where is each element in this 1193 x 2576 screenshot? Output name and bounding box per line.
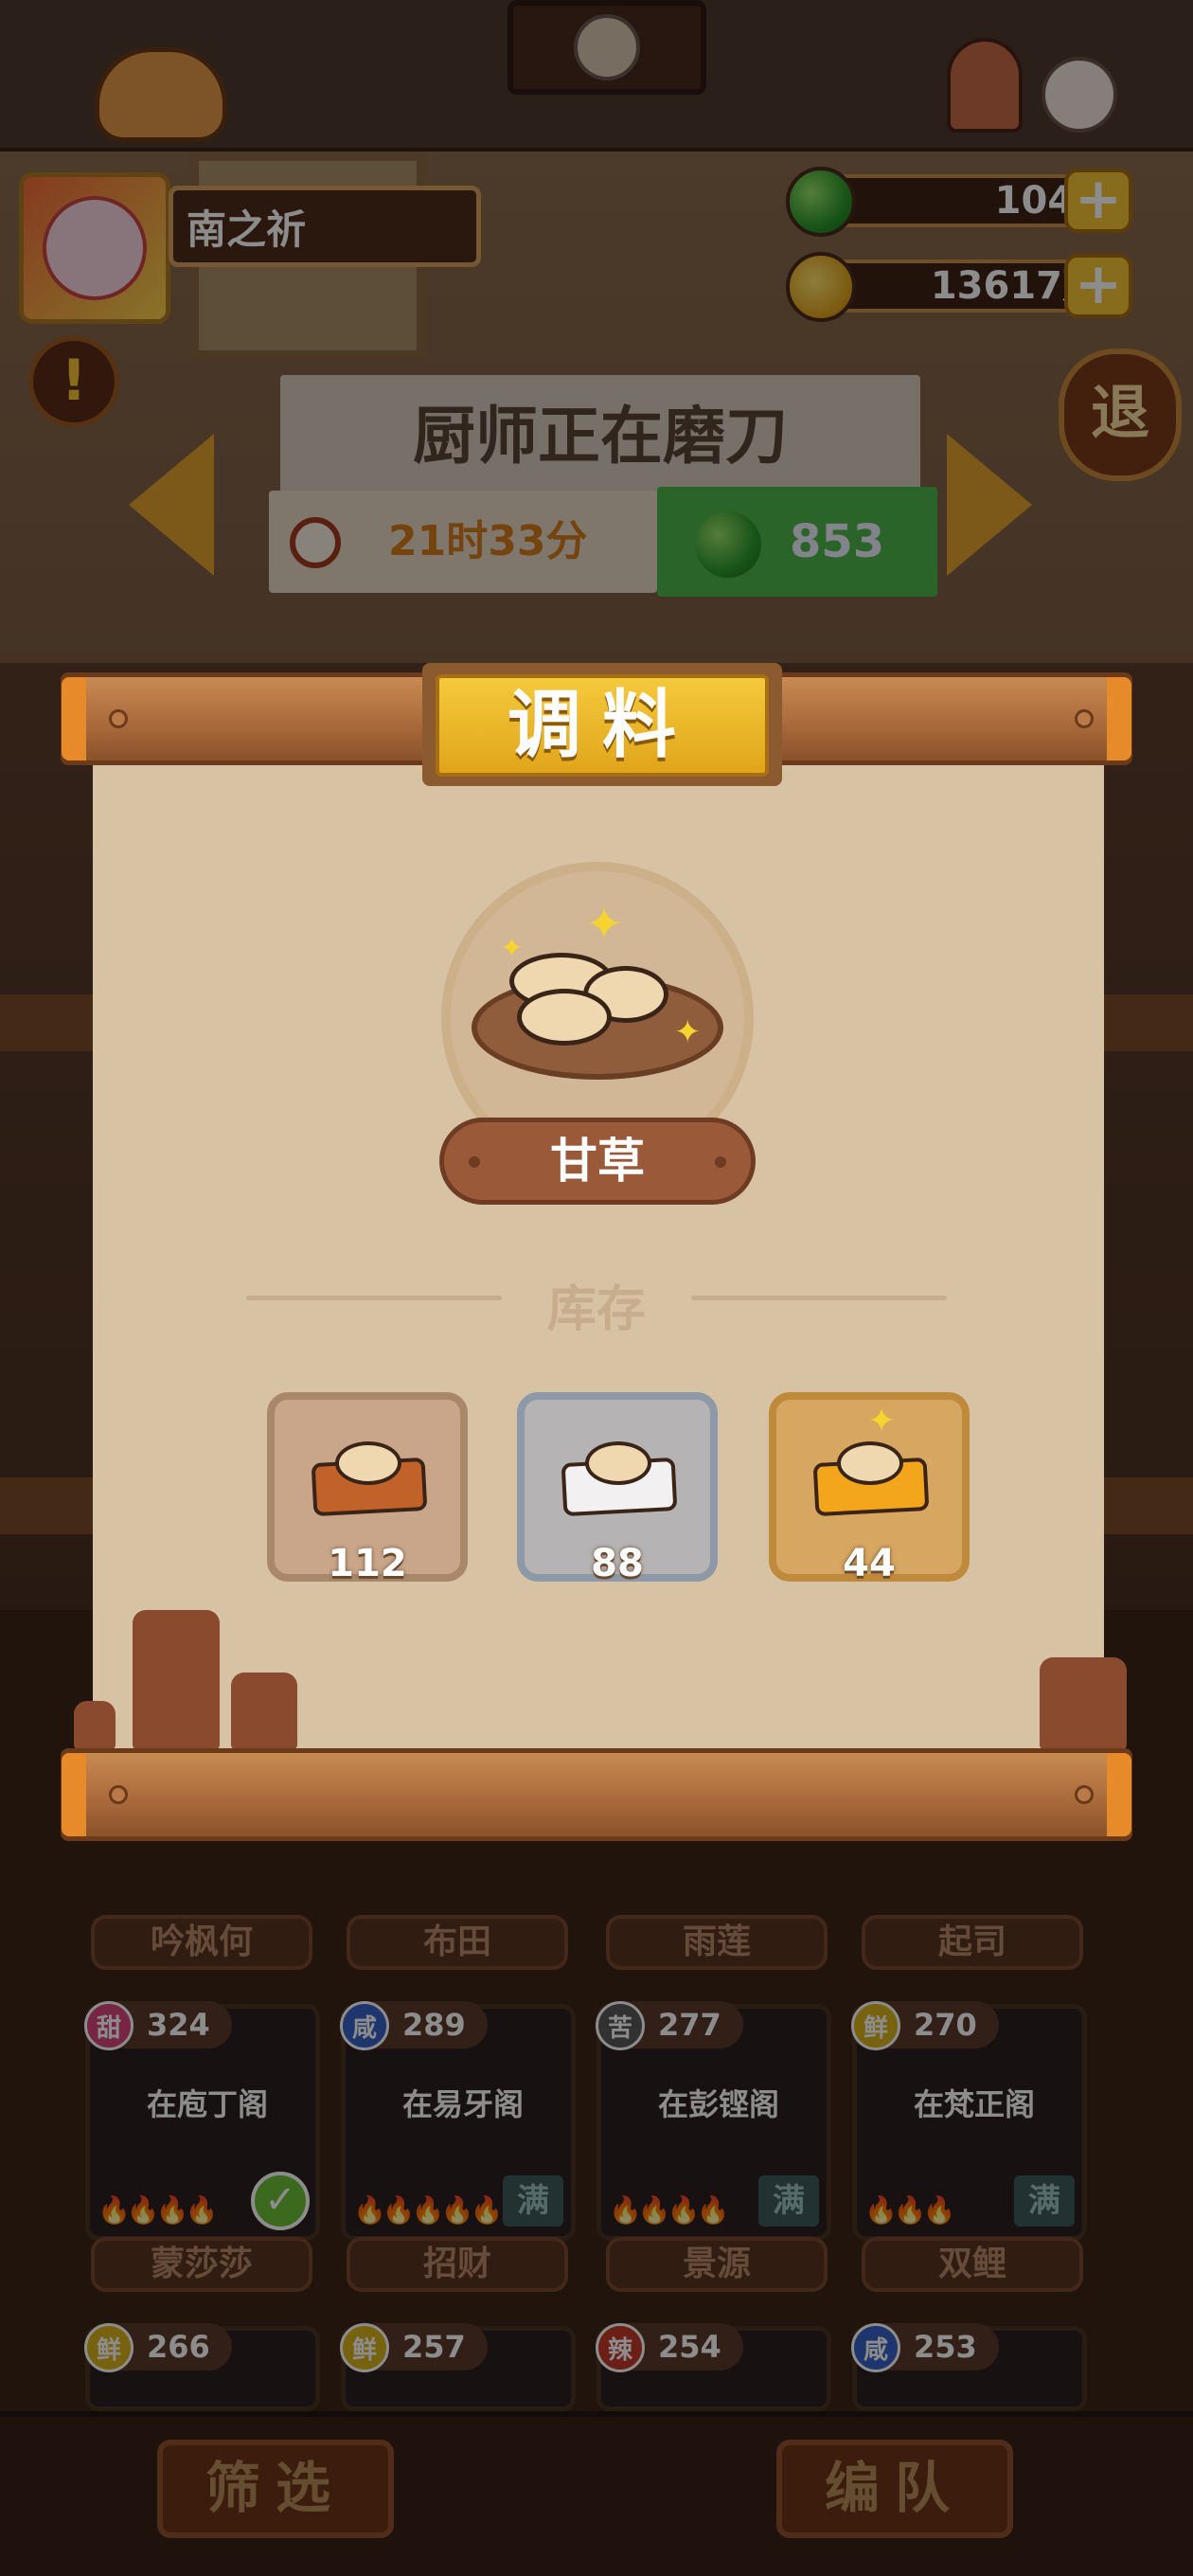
divider (691, 1296, 947, 1300)
scroll-rod-bottom (61, 1748, 1132, 1841)
nail-icon (109, 1785, 128, 1804)
stock-count: 112 (328, 1542, 407, 1585)
nail-icon (109, 709, 128, 728)
jar-decor (231, 1673, 297, 1750)
stock-header: 库存 (246, 1269, 947, 1338)
item-name: 甘草 (550, 1134, 645, 1189)
stock-slot-silver[interactable]: 88 (517, 1392, 718, 1585)
sparkle-icon: ✦ (500, 932, 525, 965)
divider (246, 1296, 502, 1300)
stock-count: 44 (843, 1542, 896, 1585)
licorice-icon (585, 1441, 651, 1485)
dot-decor (469, 1156, 480, 1168)
stock-slot-gold[interactable]: ✦ 44 (769, 1392, 970, 1585)
stock-label: 库存 (546, 1281, 646, 1338)
licorice-icon (837, 1441, 903, 1485)
licorice-icon (335, 1441, 401, 1485)
modal-title-plate: 调料 (422, 663, 782, 786)
dot-decor (715, 1156, 726, 1168)
nail-icon (1075, 1785, 1094, 1804)
jar-decor (133, 1610, 220, 1750)
seasoning-modal: 调料 ✦ ✦ ✦ 甘草 库存 112 88 ✦ 44 (57, 663, 1136, 1847)
sparkle-icon: ✦ (585, 898, 624, 951)
stock-count: 88 (591, 1542, 644, 1585)
stock-slot-bronze[interactable]: 112 (267, 1392, 468, 1585)
modal-title: 调料 (436, 674, 769, 777)
sparkle-icon: ✦ (674, 1013, 702, 1051)
nail-icon (1075, 709, 1094, 728)
slice-icon (517, 989, 612, 1046)
jar-decor (74, 1701, 116, 1750)
item-name-plate: 甘草 (439, 1118, 756, 1205)
sparkle-icon: ✦ (867, 1402, 897, 1440)
jar-decor (1040, 1657, 1127, 1750)
